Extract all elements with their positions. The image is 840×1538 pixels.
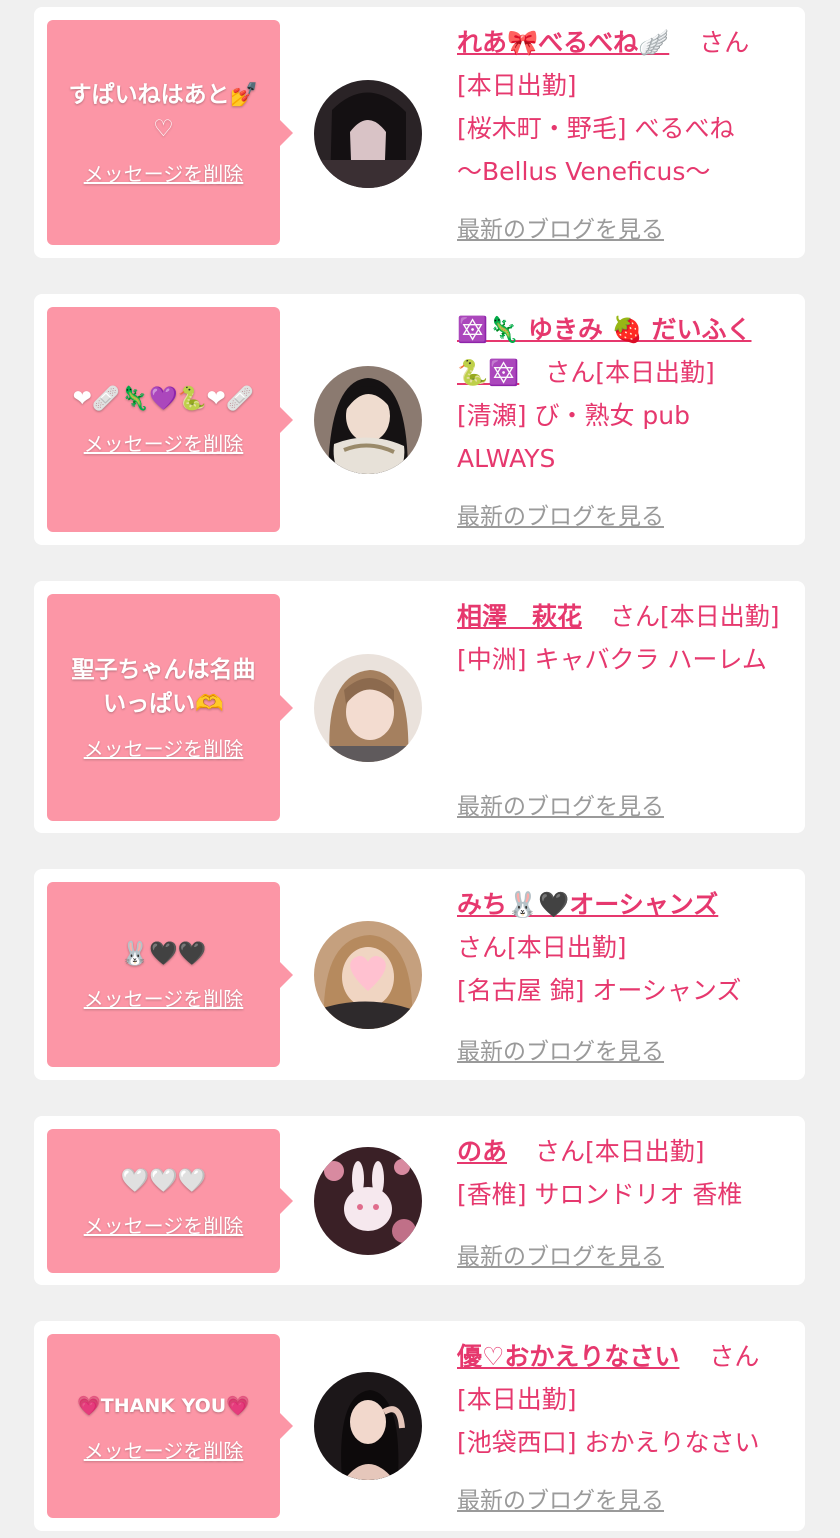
cast-name-link[interactable]: 🔯🦎 ゆきみ 🍓 だいふく [457, 315, 752, 344]
attendance-status: [本日出勤] [659, 602, 780, 631]
message-text: 聖子ちゃんは名曲 いっぱい🫶 [71, 657, 256, 717]
message-text: ❤🩹🦎💜🐍❤🩹 [72, 386, 255, 412]
message-card: 聖子ちゃんは名曲 いっぱい🫶 メッセージを削除 相澤 萩花 さん[本日出勤] [… [34, 581, 805, 833]
message-text: すぱいねはあと💅 ♡ [68, 82, 259, 142]
cast-name-link[interactable]: みち🐰🖤オーシャンズ [457, 890, 718, 919]
latest-blog-link[interactable]: 最新のブログを見る [457, 1032, 664, 1066]
avatar[interactable] [314, 654, 422, 762]
avatar[interactable] [314, 1372, 422, 1480]
message-text: 🐰🖤🖤 [120, 941, 207, 967]
delete-message-button[interactable]: メッセージを削除 [84, 1210, 244, 1239]
message-card: 🐰🖤🖤 メッセージを削除 みち🐰🖤オーシャンズ さん[本日出勤] [名古屋 錦]… [34, 869, 805, 1080]
message-bubble: 🐰🖤🖤 メッセージを削除 [47, 882, 293, 1067]
delete-message-button[interactable]: メッセージを削除 [84, 1435, 244, 1464]
message-bubble: ❤🩹🦎💜🐍❤🩹 メッセージを削除 [47, 307, 293, 532]
cast-name-link[interactable]: のあ [457, 1137, 507, 1166]
cast-info: みち🐰🖤オーシャンズ さん[本日出勤] [名古屋 錦] オーシャンズ [457, 883, 789, 1012]
honorific: さん [457, 933, 508, 962]
message-bubble: 💗THANK YOU💗 メッセージを削除 [47, 1334, 293, 1518]
honorific: さん [609, 602, 660, 631]
message-card: すぱいねはあと💅 ♡ メッセージを削除 れあ🎀べるべね🪽 さん [本日出勤] [… [34, 7, 805, 258]
avatar[interactable] [314, 80, 422, 188]
avatar[interactable] [314, 366, 422, 474]
latest-blog-link[interactable]: 最新のブログを見る [457, 1481, 664, 1515]
attendance-status: [本日出勤] [595, 358, 715, 387]
message-card: ❤🩹🦎💜🐍❤🩹 メッセージを削除 🔯🦎 ゆきみ 🍓 だいふく 🐍🔯 さん[本日出… [34, 294, 805, 545]
message-card: 💗THANK YOU💗 メッセージを削除 優♡おかえりなさい さん [本日出勤]… [34, 1321, 805, 1531]
shop-info: [香椎] サロンドリオ 香椎 [457, 1180, 743, 1209]
cast-info: 優♡おかえりなさい さん [本日出勤] [池袋西口] おかえりなさい [457, 1335, 789, 1464]
avatar[interactable] [314, 1147, 422, 1255]
cast-name-link[interactable]: 優♡おかえりなさい [457, 1342, 679, 1371]
message-bubble: 🤍🤍🤍 メッセージを削除 [47, 1129, 293, 1273]
avatar[interactable] [314, 921, 422, 1029]
message-bubble: すぱいねはあと💅 ♡ メッセージを削除 [47, 20, 293, 245]
shop-info: [池袋西口] おかえりなさい [457, 1428, 760, 1457]
latest-blog-link[interactable]: 最新のブログを見る [457, 1237, 664, 1271]
message-text: 🤍🤍🤍 [120, 1167, 207, 1194]
shop-info: [名古屋 錦] オーシャンズ [457, 976, 742, 1005]
cast-info: れあ🎀べるべね🪽 さん [本日出勤] [桜木町・野毛] べるべね 〜Bellus… [457, 21, 789, 193]
message-bubble: 聖子ちゃんは名曲 いっぱい🫶 メッセージを削除 [47, 594, 293, 821]
cast-info: のあ さん[本日出勤] [香椎] サロンドリオ 香椎 [457, 1130, 789, 1216]
delete-message-button[interactable]: メッセージを削除 [84, 983, 244, 1012]
shop-subtitle: ALWAYS [457, 444, 556, 473]
delete-message-button[interactable]: メッセージを削除 [84, 733, 244, 762]
honorific: さん [699, 28, 750, 57]
shop-subtitle: 〜Bellus Veneficus〜 [457, 157, 711, 186]
message-text: 💗THANK YOU💗 [77, 1394, 250, 1417]
shop-info: [中洲] キャバクラ ハーレム [457, 645, 767, 674]
latest-blog-link[interactable]: 最新のブログを見る [457, 497, 664, 531]
honorific: さん [534, 1137, 585, 1166]
cast-name-link[interactable]: れあ🎀べるべね🪽 [457, 28, 669, 57]
latest-blog-link[interactable]: 最新のブログを見る [457, 787, 664, 821]
delete-message-button[interactable]: メッセージを削除 [84, 428, 244, 457]
attendance-status: [本日出勤] [457, 1385, 577, 1414]
delete-message-button[interactable]: メッセージを削除 [84, 158, 244, 187]
attendance-status: [本日出勤] [507, 933, 627, 962]
cast-info: 🔯🦎 ゆきみ 🍓 だいふく 🐍🔯 さん[本日出勤] [清瀬] び・熟女 pub … [457, 308, 789, 480]
shop-info: [桜木町・野毛] べるべね [457, 114, 735, 143]
shop-info: [清瀬] び・熟女 pub [457, 401, 690, 430]
message-card: 🤍🤍🤍 メッセージを削除 のあ さん[本日出勤] [香椎] サロンドリオ 香椎 … [34, 1116, 805, 1285]
cast-info: 相澤 萩花 さん[本日出勤] [中洲] キャバクラ ハーレム [457, 595, 789, 681]
attendance-status: [本日出勤] [457, 71, 577, 100]
latest-blog-link[interactable]: 最新のブログを見る [457, 210, 664, 244]
attendance-status: [本日出勤] [584, 1137, 705, 1166]
honorific: さん [545, 358, 596, 387]
honorific: さん [709, 1342, 760, 1371]
cast-name-link[interactable]: 相澤 萩花 [457, 602, 582, 631]
cast-name-emoji[interactable]: 🐍🔯 [457, 358, 519, 387]
